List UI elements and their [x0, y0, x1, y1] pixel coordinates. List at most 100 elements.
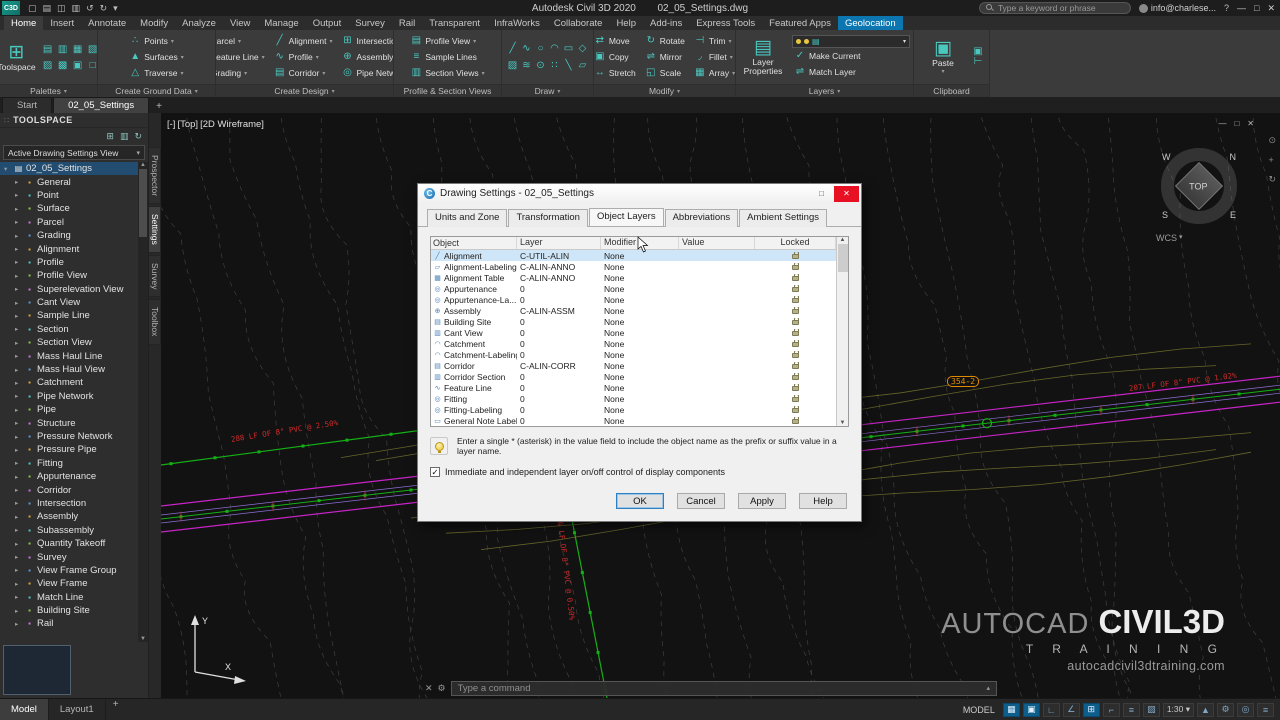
circle-tool-icon[interactable]: ○	[534, 41, 547, 57]
expand-arrow-icon[interactable]: ▸	[15, 272, 22, 280]
panel-label-profile-section-views[interactable]: Profile & Section Views	[394, 84, 501, 97]
ribbon-button-copy[interactable]: ▣ Copy	[594, 49, 638, 65]
lock-icon[interactable]	[792, 417, 799, 424]
dialog-tab-abbreviations[interactable]: Abbreviations	[664, 209, 739, 227]
command-input[interactable]: Type a command ▴	[450, 680, 997, 696]
help-icon[interactable]: ?	[1224, 3, 1229, 13]
ribbon-tab-express-tools[interactable]: Express Tools	[689, 16, 762, 30]
modifier-cell[interactable]: None	[601, 383, 679, 393]
tree-item-mass-haul-line[interactable]: ▸ ▪ Mass Haul Line	[0, 349, 138, 362]
ribbon-tab-infraworks[interactable]: InfraWorks	[487, 16, 547, 30]
ribbon-button-intersections[interactable]: ⊞Intersections▾	[340, 33, 393, 49]
panel-label-clipboard[interactable]: Clipboard	[914, 84, 989, 97]
table-scroll-down-icon[interactable]: ▼	[840, 420, 846, 426]
dialog-restore-icon[interactable]: □	[809, 186, 834, 202]
tree-item-corridor[interactable]: ▸ ▪ Corridor	[0, 483, 138, 496]
expand-arrow-icon[interactable]: ▸	[15, 245, 22, 253]
viewport-restore-icon[interactable]: □	[1234, 119, 1239, 128]
expand-arrow-icon[interactable]: ▸	[15, 540, 22, 548]
expand-arrow-icon[interactable]: ▸	[15, 499, 22, 507]
column-header-object[interactable]: Object	[431, 237, 517, 249]
ortho-mode-icon[interactable]: ∟	[1042, 702, 1060, 717]
command-customize-icon[interactable]: ⚙	[438, 683, 446, 694]
table-row-cant-view[interactable]: ▥ Cant View 0 None	[431, 327, 836, 338]
tree-item-profile-view[interactable]: ▸ ▪ Profile View	[0, 269, 138, 282]
tree-item-rail[interactable]: ▸ ▪ Rail	[0, 617, 138, 630]
cut-clip-icon[interactable]: ⊢	[972, 57, 984, 67]
expand-arrow-icon[interactable]: ▸	[15, 580, 22, 588]
polar-tracking-icon[interactable]: ∠	[1062, 702, 1080, 717]
layer-cell[interactable]: 0	[517, 394, 601, 404]
ribbon-tab-home[interactable]: Home	[4, 16, 44, 30]
ribbon-button-feature-line[interactable]: ∿Feature Line▾	[216, 49, 267, 65]
tree-item-mass-haul-view[interactable]: ▸ ▪ Mass Haul View	[0, 363, 138, 376]
customization-icon[interactable]: ≡	[1257, 702, 1274, 717]
dialog-tab-object-layers[interactable]: Object Layers	[588, 208, 664, 226]
tree-item-catchment[interactable]: ▸ ▪ Catchment	[0, 376, 138, 389]
layer-cell[interactable]: 0	[517, 350, 601, 360]
view-compass[interactable]: W N S E TOP WCS ▾	[1156, 143, 1242, 243]
table-row-catchment-labeling[interactable]: ◠ Catchment-Labeling 0 None	[431, 349, 836, 360]
ribbon-button-surfaces[interactable]: ▲ Surfaces ▾	[127, 49, 186, 65]
column-header-value[interactable]: Value	[679, 237, 755, 249]
expand-arrow-icon[interactable]: ▸	[15, 299, 22, 307]
tree-item-pipe[interactable]: ▸ ▪ Pipe	[0, 403, 138, 416]
modifier-cell[interactable]: None	[601, 339, 679, 349]
ribbon-tab-geolocation[interactable]: Geolocation	[837, 16, 903, 30]
independent-layer-checkbox[interactable]: ✓	[430, 467, 440, 478]
new-file-icon[interactable]: ▢	[28, 1, 37, 15]
tree-scrollbar[interactable]: ▲ ▼	[138, 162, 148, 642]
ribbon-tab-manage[interactable]: Manage	[257, 16, 305, 30]
signed-in-user[interactable]: info@charlese...	[1138, 3, 1216, 13]
ribbon-button-stretch[interactable]: ↔ Stretch	[594, 65, 638, 81]
expand-arrow-icon[interactable]: ▸	[15, 218, 22, 226]
properties-palette-icon[interactable]: ▤	[41, 42, 55, 57]
layer-cell[interactable]: 0	[517, 416, 601, 426]
cancel-button[interactable]: Cancel	[677, 493, 725, 510]
expand-arrow-icon[interactable]: ▸	[15, 232, 22, 240]
ribbon-tab-survey[interactable]: Survey	[348, 16, 392, 30]
layer-cell[interactable]: 0	[517, 405, 601, 415]
modifier-cell[interactable]: None	[601, 306, 679, 316]
modifier-cell[interactable]: None	[601, 394, 679, 404]
viewport-minimize-icon[interactable]: —	[1218, 119, 1226, 128]
ribbon-button-corridor[interactable]: ▤ Corridor ▾	[272, 65, 335, 81]
new-drawing-tab-button[interactable]: +	[150, 100, 168, 113]
scrollbar-thumb[interactable]	[139, 169, 147, 237]
annotation-visibility-icon[interactable]: ▲	[1197, 702, 1214, 717]
compass-west-label[interactable]: W	[1162, 152, 1171, 162]
ribbon-button-traverse[interactable]: △ Traverse ▾	[127, 65, 186, 81]
layer-cell[interactable]: 0	[517, 284, 601, 294]
expand-arrow-icon[interactable]: ▸	[15, 406, 22, 414]
dialog-close-icon[interactable]: ✕	[834, 185, 859, 202]
table-scrollbar-thumb[interactable]	[837, 244, 848, 272]
panel-label-palettes[interactable]: Palettes ▾	[0, 84, 97, 97]
expand-arrow-icon[interactable]: ▸	[15, 325, 22, 333]
table-row-general-note-label[interactable]: ▭ General Note Label 0 None	[431, 415, 836, 426]
tree-item-profile[interactable]: ▸ ▪ Profile	[0, 256, 138, 269]
layer-select-dropdown[interactable]: ▤ ▾	[792, 34, 910, 48]
expand-arrow-icon[interactable]: ▸	[15, 607, 22, 615]
ribbon-tab-annotate[interactable]: Annotate	[81, 16, 133, 30]
ribbon-button-sample-lines[interactable]: ≡ Sample Lines	[408, 49, 486, 65]
annotation-scale-button[interactable]: 1:30 ▾	[1162, 702, 1194, 717]
expand-arrow-icon[interactable]: ▸	[15, 178, 22, 186]
expand-arrow-icon[interactable]: ▸	[15, 446, 22, 454]
arc-tool-icon[interactable]: ◠	[548, 41, 561, 57]
ribbon-button-pipe-network[interactable]: ◎Pipe Network▾	[340, 65, 393, 81]
ribbon-tab-view[interactable]: View	[223, 16, 257, 30]
layout-tab-model[interactable]: Model	[0, 699, 49, 720]
modifier-cell[interactable]: None	[601, 284, 679, 294]
lock-icon[interactable]	[792, 340, 799, 347]
ribbon-tab-collaborate[interactable]: Collaborate	[547, 16, 610, 30]
file-tab-02-05-settings[interactable]: 02_05_Settings	[53, 97, 150, 113]
command-close-icon[interactable]: ✕	[425, 683, 433, 694]
table-row-alignment-labeling[interactable]: ▱ Alignment-Labeling C-ALIN-ANNO None	[431, 261, 836, 272]
expand-arrow-icon[interactable]: ▸	[15, 526, 22, 534]
table-row-alignment-table[interactable]: ▦ Alignment Table C-ALIN-ANNO None	[431, 272, 836, 283]
modifier-cell[interactable]: None	[601, 262, 679, 272]
grid-display-icon[interactable]: ▦	[1002, 702, 1020, 717]
table-row-fitting-labeling[interactable]: ◎ Fitting-Labeling 0 None	[431, 404, 836, 415]
expand-arrow-icon[interactable]: ▸	[15, 553, 22, 561]
table-row-catchment[interactable]: ◠ Catchment 0 None	[431, 338, 836, 349]
